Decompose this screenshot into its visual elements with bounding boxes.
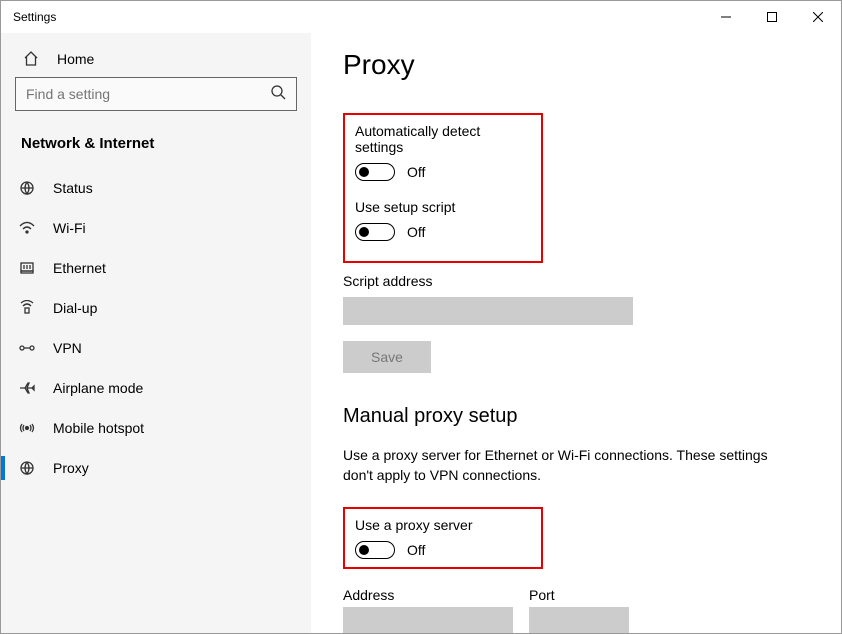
wifi-icon	[17, 220, 37, 236]
window-title: Settings	[13, 10, 703, 24]
home-icon	[21, 51, 41, 67]
window-controls	[703, 1, 841, 33]
hotspot-icon	[17, 420, 37, 436]
sidebar-item-label: Proxy	[53, 460, 89, 476]
dialup-icon	[17, 300, 37, 316]
use-proxy-toggle[interactable]	[355, 541, 395, 559]
main-content: Proxy Automatically detect settings Off …	[311, 33, 841, 633]
sidebar-item-label: Airplane mode	[53, 380, 143, 396]
auto-detect-label: Automatically detect settings	[355, 123, 531, 155]
use-script-toggle[interactable]	[355, 223, 395, 241]
script-address-label: Script address	[343, 273, 809, 289]
sidebar-item-ethernet[interactable]: Ethernet	[1, 248, 311, 288]
port-label: Port	[529, 587, 629, 603]
close-button[interactable]	[795, 1, 841, 33]
sidebar-item-status[interactable]: Status	[1, 168, 311, 208]
sidebar-item-proxy[interactable]: Proxy	[1, 448, 311, 488]
search-input[interactable]	[26, 86, 270, 102]
airplane-icon	[17, 380, 37, 396]
status-icon	[17, 180, 37, 196]
titlebar: Settings	[1, 1, 841, 33]
search-icon	[270, 84, 286, 105]
manual-heading: Manual proxy setup	[343, 405, 809, 428]
sidebar-item-dialup[interactable]: Dial-up	[1, 288, 311, 328]
sidebar-item-label: Dial-up	[53, 300, 97, 316]
sidebar-item-label: VPN	[53, 340, 82, 356]
auto-detect-toggle[interactable]	[355, 163, 395, 181]
script-address-input	[343, 297, 633, 325]
sidebar: Home Network & Internet Status Wi-Fi Eth…	[1, 33, 311, 633]
maximize-button[interactable]	[749, 1, 795, 33]
port-input	[529, 607, 629, 633]
proxy-icon	[17, 460, 37, 476]
home-nav[interactable]: Home	[1, 41, 311, 77]
save-button: Save	[343, 341, 431, 373]
sidebar-item-label: Ethernet	[53, 260, 106, 276]
minimize-button[interactable]	[703, 1, 749, 33]
sidebar-item-label: Mobile hotspot	[53, 420, 144, 436]
sidebar-item-hotspot[interactable]: Mobile hotspot	[1, 408, 311, 448]
sidebar-item-label: Wi-Fi	[53, 220, 86, 236]
manual-description: Use a proxy server for Ethernet or Wi-Fi…	[343, 446, 783, 485]
highlight-box-manual: Use a proxy server Off	[343, 507, 543, 569]
address-label: Address	[343, 587, 513, 603]
vpn-icon	[17, 340, 37, 356]
sidebar-item-airplane[interactable]: Airplane mode	[1, 368, 311, 408]
ethernet-icon	[17, 260, 37, 276]
sidebar-item-label: Status	[53, 180, 93, 196]
use-script-state: Off	[407, 224, 425, 240]
use-script-label: Use setup script	[355, 199, 531, 215]
use-proxy-state: Off	[407, 542, 425, 558]
home-label: Home	[57, 51, 94, 67]
address-input	[343, 607, 513, 633]
use-proxy-label: Use a proxy server	[355, 517, 531, 533]
page-title: Proxy	[343, 49, 809, 81]
sidebar-item-vpn[interactable]: VPN	[1, 328, 311, 368]
highlight-box-auto: Automatically detect settings Off Use se…	[343, 113, 543, 263]
section-title: Network & Internet	[1, 121, 311, 168]
sidebar-item-wifi[interactable]: Wi-Fi	[1, 208, 311, 248]
search-box[interactable]	[15, 77, 297, 111]
auto-detect-state: Off	[407, 164, 425, 180]
